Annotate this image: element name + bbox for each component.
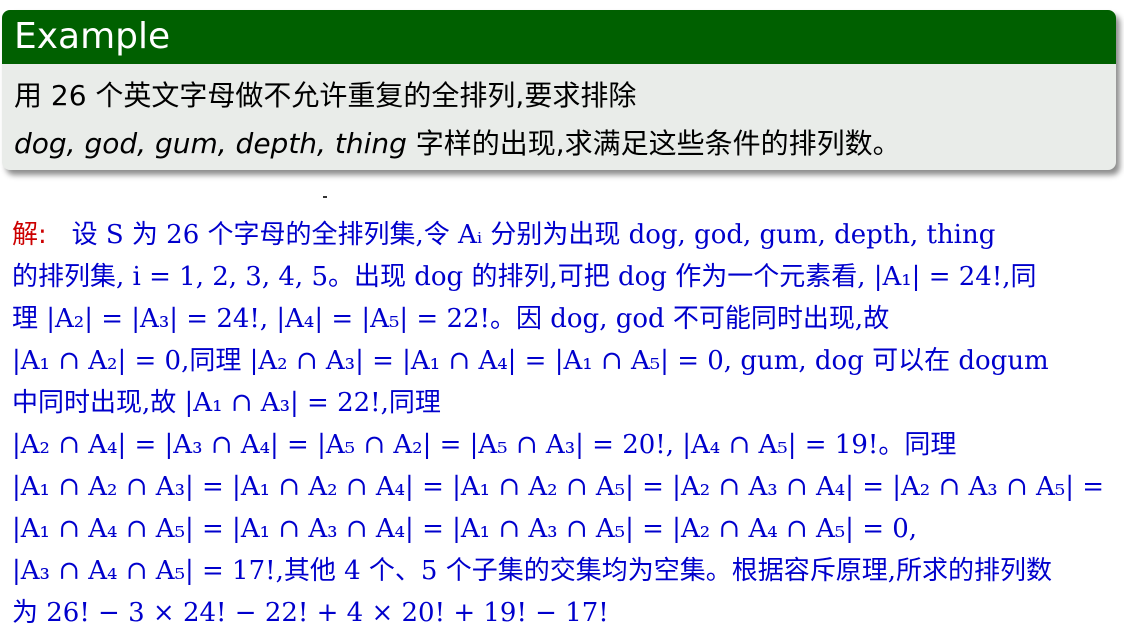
solution-line-text: 设 S 为 26 个字母的全排列集,令 Aᵢ 分别为出现 dog, god, g…	[71, 220, 996, 250]
stray-mark	[323, 196, 327, 198]
example-line-2: dog, god, gum, depth, thing 字样的出现,求满足这些条…	[14, 120, 1104, 168]
solution-line: |A₁ ∩ A₂| = 0,同理 |A₂ ∩ A₃| = |A₁ ∩ A₄| =…	[12, 346, 1049, 376]
solution-line: 中同时出现,故 |A₁ ∩ A₃| = 22!,同理	[12, 388, 441, 418]
solution-line: 为 26! − 3 × 24! − 22! + 4 × 20! + 19! − …	[12, 598, 609, 628]
solution-label: 解:	[12, 220, 47, 250]
solution-line: 的排列集, i = 1, 2, 3, 4, 5。出现 dog 的排列,可把 do…	[12, 262, 1037, 292]
example-block: Example 用 26 个英文字母做不允许重复的全排列,要求排除 dog, g…	[2, 10, 1116, 170]
solution-line: |A₁ ∩ A₄ ∩ A₅| = |A₁ ∩ A₃ ∩ A₄| = |A₁ ∩ …	[12, 514, 918, 544]
example-words: dog, god, gum, depth, thing	[14, 127, 407, 160]
solution-line: 解: 设 S 为 26 个字母的全排列集,令 Aᵢ 分别为出现 dog, god…	[12, 214, 1112, 256]
example-line-1: 用 26 个英文字母做不允许重复的全排列,要求排除	[14, 79, 637, 112]
example-line-2-rest: 字样的出现,求满足这些条件的排列数。	[406, 127, 901, 160]
solution-line: |A₂ ∩ A₄| = |A₃ ∩ A₄| = |A₅ ∩ A₂| = |A₅ …	[12, 430, 957, 460]
solution-text: 解: 设 S 为 26 个字母的全排列集,令 Aᵢ 分别为出现 dog, god…	[12, 214, 1112, 634]
solution-line: |A₁ ∩ A₂ ∩ A₃| = |A₁ ∩ A₂ ∩ A₄| = |A₁ ∩ …	[12, 472, 1105, 502]
solution-line: |A₃ ∩ A₄ ∩ A₅| = 17!,其他 4 个、5 个子集的交集均为空集…	[12, 556, 1053, 586]
example-title: Example	[2, 10, 1116, 64]
solution-line: 理 |A₂| = |A₃| = 24!, |A₄| = |A₅| = 22!。因…	[12, 304, 890, 334]
example-body: 用 26 个英文字母做不允许重复的全排列,要求排除 dog, god, gum,…	[2, 64, 1116, 168]
